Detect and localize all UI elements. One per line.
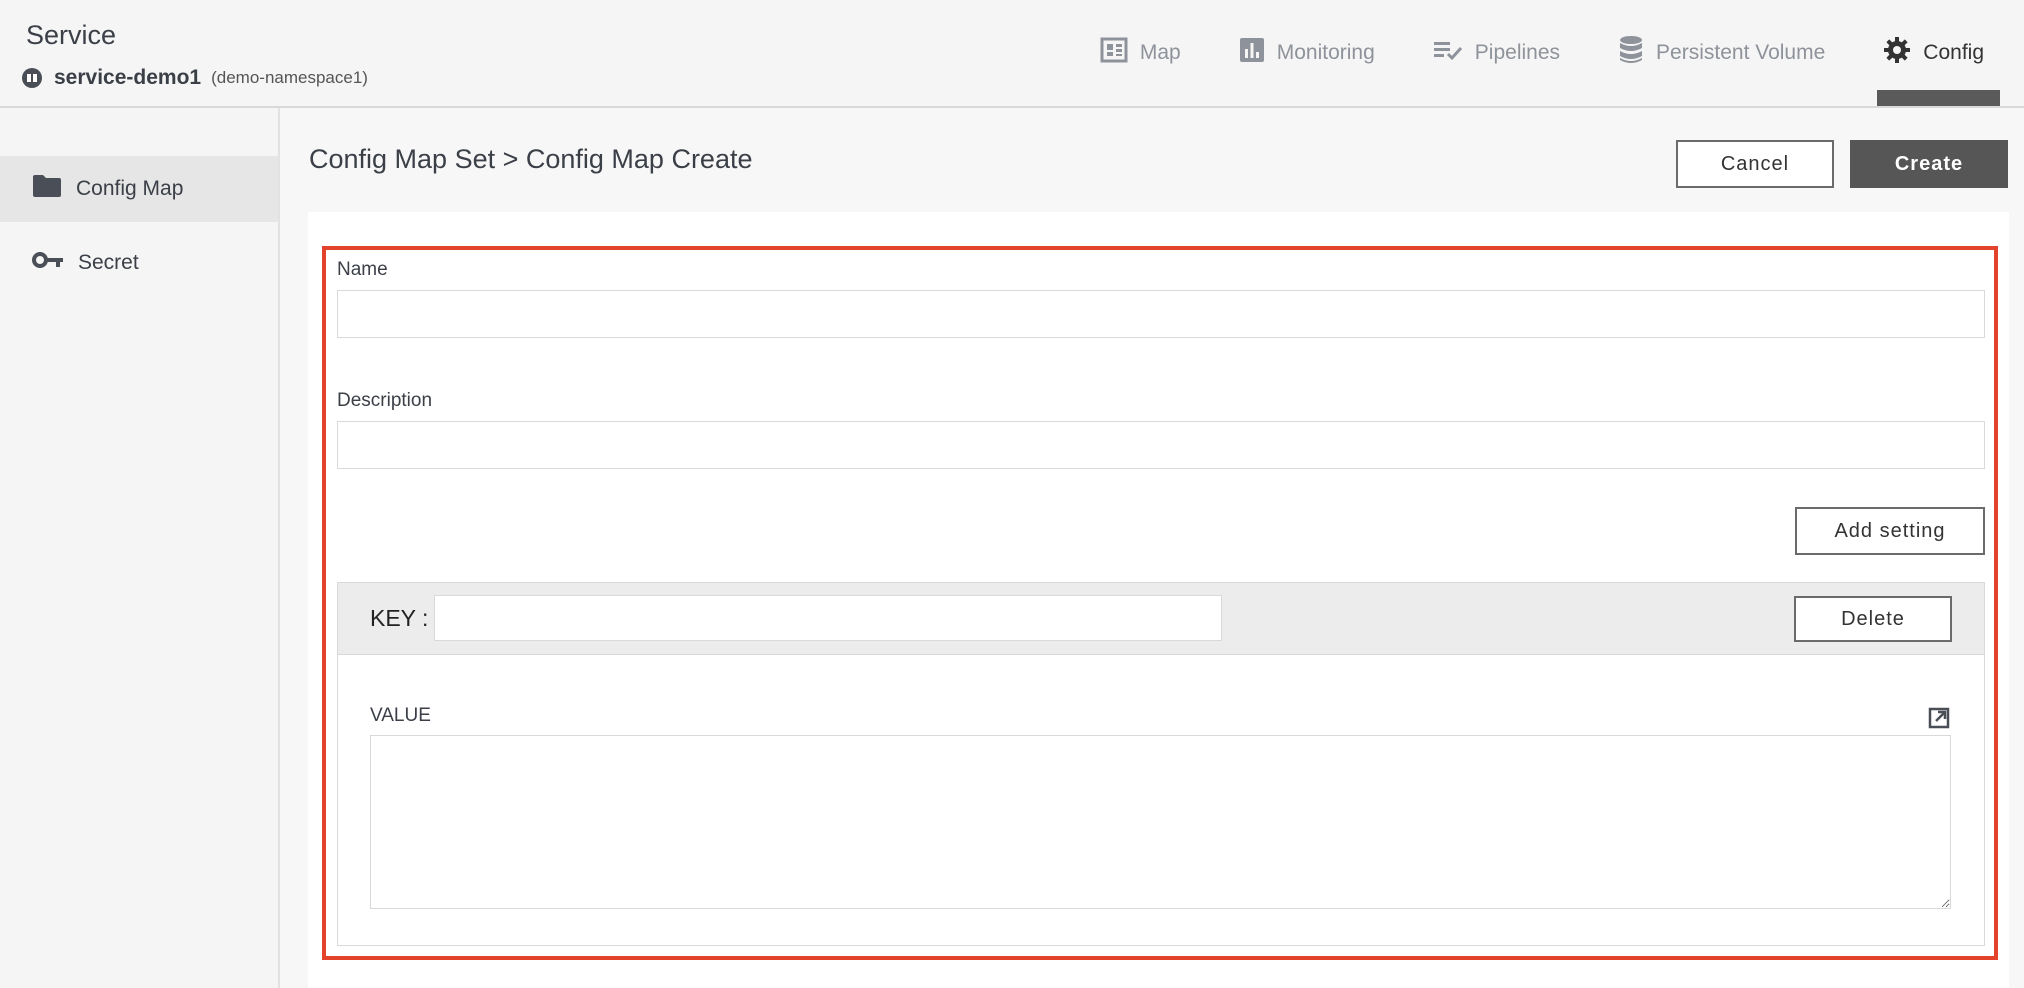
tab-config[interactable]: Config xyxy=(1877,0,2024,106)
key-input[interactable] xyxy=(434,595,1222,641)
sidebar-item-label: Secret xyxy=(78,251,139,274)
sidebar-item-label: Config Map xyxy=(76,177,184,200)
database-icon xyxy=(1618,35,1656,71)
service-name: service-demo1 xyxy=(54,66,202,89)
name-input[interactable] xyxy=(337,290,1985,338)
tab-persistent-volume-label: Persistent Volume xyxy=(1656,41,1826,64)
key-icon xyxy=(32,251,78,275)
tab-map-label: Map xyxy=(1139,41,1181,64)
entry-header: KEY : Delete xyxy=(338,583,1984,655)
service-icon xyxy=(22,68,42,88)
key-label: KEY : xyxy=(370,605,429,631)
open-external-icon[interactable] xyxy=(1928,707,1950,734)
name-label: Name xyxy=(337,259,388,280)
config-entry: KEY : Delete VALUE xyxy=(337,582,1985,946)
description-label: Description xyxy=(337,390,433,411)
list-check-icon xyxy=(1433,38,1475,68)
tab-monitoring-label: Monitoring xyxy=(1276,41,1375,64)
app-title: Service xyxy=(26,20,117,50)
gear-icon xyxy=(1883,36,1923,70)
sidebar-item-config-map[interactable]: Config Map xyxy=(0,156,278,222)
sidebar-item-secret[interactable]: Secret xyxy=(0,230,278,296)
tab-config-label: Config xyxy=(1923,41,1984,64)
folder-icon xyxy=(32,174,76,204)
value-textarea[interactable] xyxy=(370,735,1951,909)
create-button[interactable]: Create xyxy=(1850,140,2008,188)
tab-pipelines[interactable]: Pipelines xyxy=(1433,0,1600,106)
sidebar: Config Map Secret xyxy=(0,108,280,988)
bar-chart-icon xyxy=(1239,37,1277,69)
cancel-button[interactable]: Cancel xyxy=(1676,140,1834,188)
top-nav: Map Monitoring Pipelines Persistent Volu… xyxy=(1100,0,2024,106)
service-namespace: (demo-namespace1) xyxy=(211,68,368,87)
delete-button[interactable]: Delete xyxy=(1794,596,1952,642)
breadcrumb: Config Map Set > Config Map Create xyxy=(309,144,753,174)
tab-monitoring[interactable]: Monitoring xyxy=(1239,0,1415,106)
description-input[interactable] xyxy=(337,421,1985,469)
add-setting-button[interactable]: Add setting xyxy=(1795,507,1985,555)
dashboard-icon xyxy=(1100,37,1140,69)
top-header: Service service-demo1 (demo-namespace1) … xyxy=(0,0,2024,108)
service-info: service-demo1 (demo-namespace1) xyxy=(22,66,368,90)
value-label: VALUE xyxy=(370,705,431,726)
tab-map[interactable]: Map xyxy=(1100,0,1221,106)
tab-pipelines-label: Pipelines xyxy=(1474,41,1561,64)
tab-persistent-volume[interactable]: Persistent Volume xyxy=(1618,0,1865,106)
